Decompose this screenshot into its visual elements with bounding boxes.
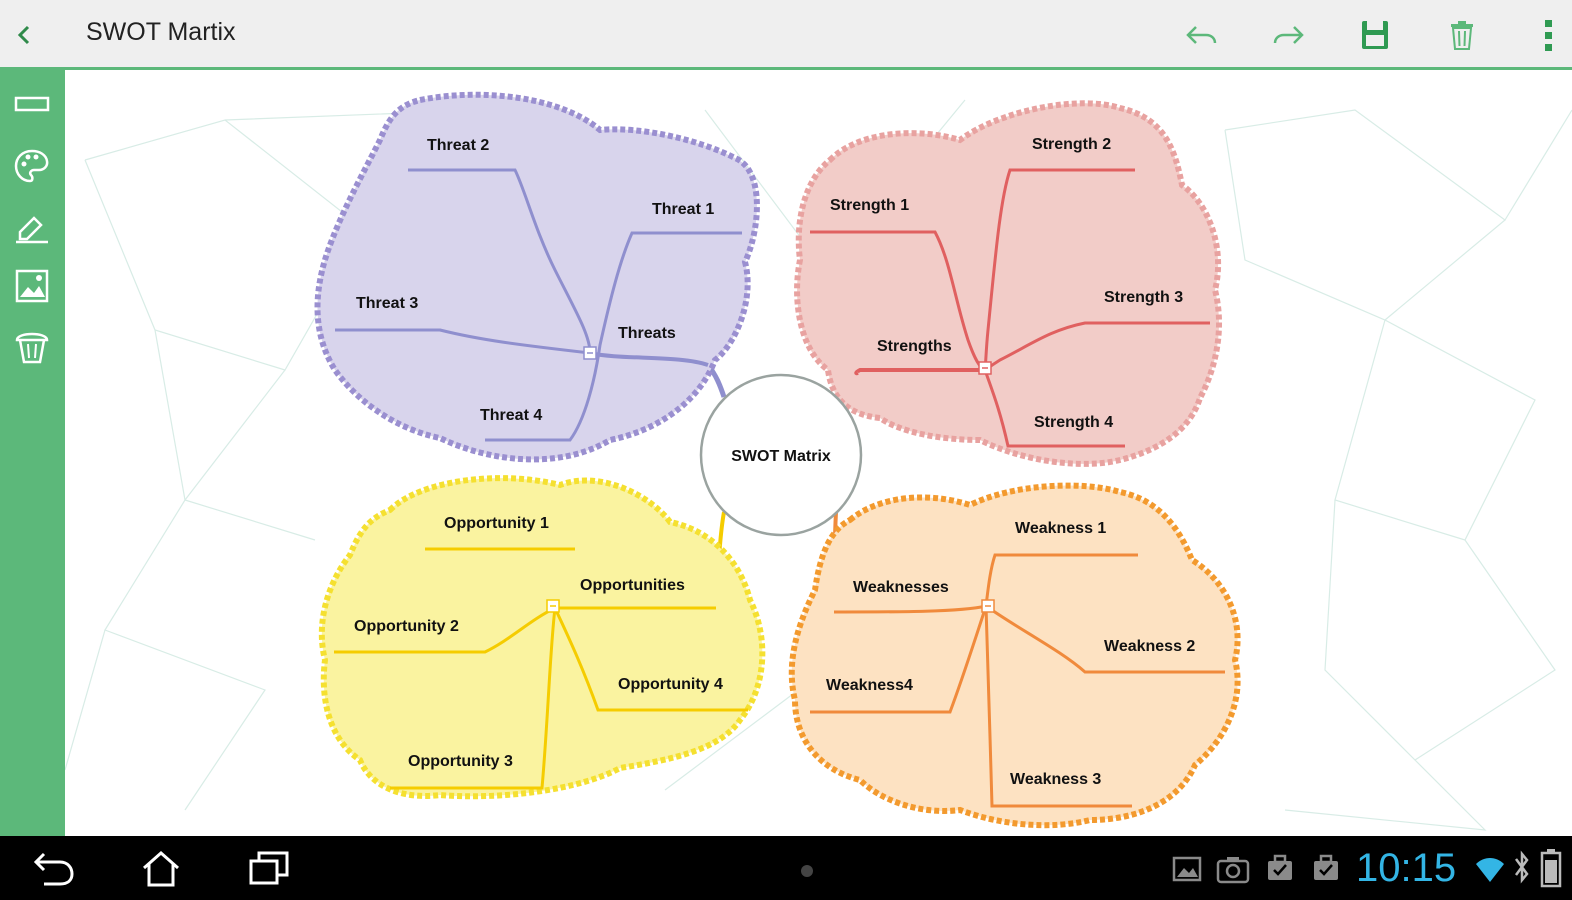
tool-sidebar: [0, 70, 65, 836]
mindmap-canvas[interactable]: Threat 2 Threat 1 Threat 3 Threats Threa…: [65, 70, 1572, 836]
threat-2-label[interactable]: Threat 2: [427, 137, 489, 154]
threats-cluster: Threat 2 Threat 1 Threat 3 Threats Threa…: [314, 91, 760, 463]
task-notification-icon: [1268, 854, 1292, 880]
status-clock: 10:15: [1356, 846, 1457, 890]
center-node[interactable]: SWOT Matrix: [699, 373, 863, 537]
opportunity-2-label[interactable]: Opportunity 2: [354, 618, 459, 635]
edit-icon[interactable]: [12, 206, 52, 246]
recycle-bin-icon[interactable]: [12, 326, 52, 366]
strength-2-label[interactable]: Strength 2: [1032, 136, 1111, 153]
weakness-1-label[interactable]: Weakness 1: [1015, 520, 1106, 537]
opportunity-4-label[interactable]: Opportunity 4: [618, 676, 723, 693]
weaknesses-cluster: Weakness 1 Weaknesses Weakness 2 Weaknes…: [788, 482, 1241, 829]
save-icon[interactable]: [1355, 16, 1395, 54]
page-title: SWOT Martix: [86, 18, 236, 46]
app-bar: SWOT Martix: [0, 0, 1572, 70]
overflow-menu-icon[interactable]: [1530, 16, 1570, 54]
back-nav-icon[interactable]: [30, 848, 76, 888]
strengths-cloud[interactable]: [794, 100, 1223, 467]
weakness-2-label[interactable]: Weakness 2: [1104, 638, 1195, 655]
threats-cloud[interactable]: [314, 91, 760, 463]
strength-1-label[interactable]: Strength 1: [830, 197, 909, 214]
strength-3-label[interactable]: Strength 3: [1104, 289, 1183, 306]
weakness-4-label[interactable]: Weakness4: [826, 677, 913, 694]
opportunity-3-label[interactable]: Opportunity 3: [408, 753, 513, 770]
undo-icon[interactable]: [1182, 16, 1222, 54]
gallery-notification-icon: [1172, 856, 1202, 882]
battery-icon: [1540, 849, 1562, 888]
opportunities-title[interactable]: Opportunities: [580, 577, 685, 594]
camera-notification-icon: [1216, 857, 1250, 884]
opportunity-1-label[interactable]: Opportunity 1: [444, 515, 549, 532]
redo-icon[interactable]: [1268, 16, 1308, 54]
wifi-icon: [1476, 858, 1504, 882]
strengths-title[interactable]: Strengths: [877, 338, 952, 355]
mindmap-svg: Threat 2 Threat 1 Threat 3 Threats Threa…: [65, 91, 1572, 831]
system-navigation-bar: 10:15: [0, 836, 1572, 900]
rectangle-shape-icon[interactable]: [12, 84, 52, 124]
palette-icon[interactable]: [12, 146, 52, 186]
strengths-cluster: Strength 2 Strength 1 Strength 3 Strengt…: [794, 100, 1223, 467]
recent-apps-icon[interactable]: [246, 848, 292, 888]
center-node-label[interactable]: SWOT Matrix: [731, 448, 831, 465]
opportunities-cluster: Opportunity 1 Opportunities Opportunity …: [318, 475, 766, 800]
bluetooth-icon: [1514, 850, 1529, 884]
page-indicator-dot: [801, 865, 813, 877]
threat-3-label[interactable]: Threat 3: [356, 295, 418, 312]
threats-title[interactable]: Threats: [618, 325, 676, 342]
task-notification-icon-2: [1314, 854, 1338, 880]
weaknesses-title[interactable]: Weaknesses: [853, 579, 949, 596]
threat-4-label[interactable]: Threat 4: [480, 407, 542, 424]
threat-1-label[interactable]: Threat 1: [652, 201, 714, 218]
chevron-left-icon[interactable]: [12, 18, 36, 52]
image-icon[interactable]: [12, 266, 52, 306]
strength-4-label[interactable]: Strength 4: [1034, 414, 1113, 431]
weakness-3-label[interactable]: Weakness 3: [1010, 771, 1101, 788]
trash-icon[interactable]: [1442, 16, 1482, 54]
home-nav-icon[interactable]: [138, 848, 184, 888]
